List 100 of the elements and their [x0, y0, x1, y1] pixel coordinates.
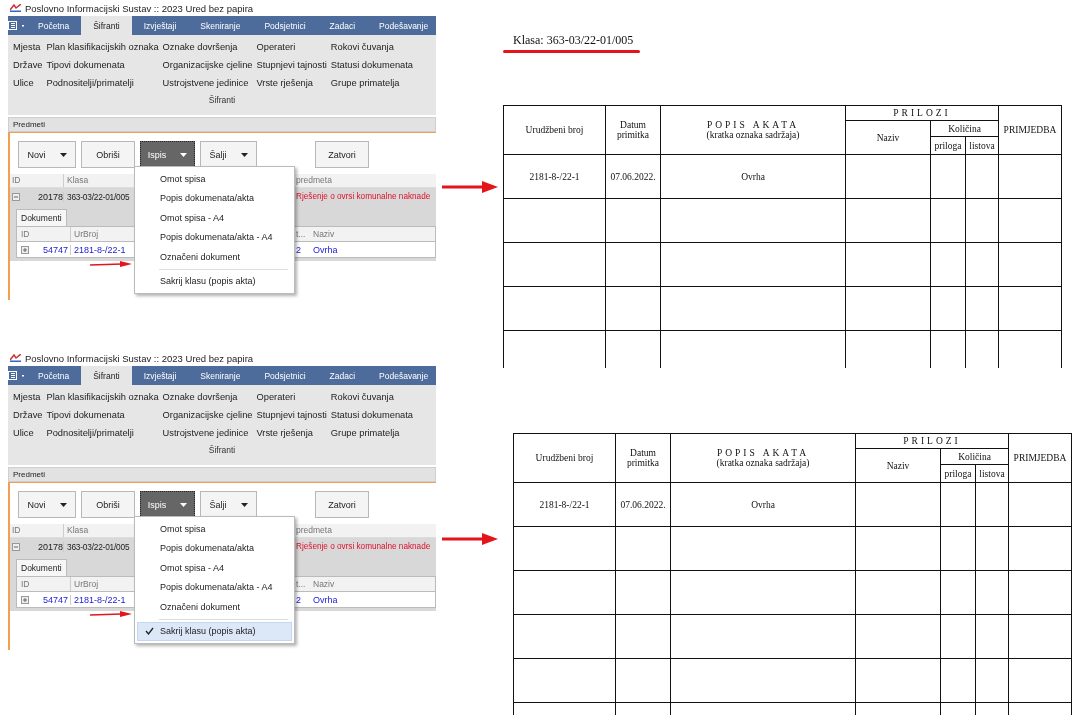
table-header: Naziv: [876, 132, 900, 143]
ribbon-item[interactable]: Statusi dokumenata: [330, 409, 413, 421]
toolbar-button[interactable]: Obriši: [81, 491, 135, 518]
ribbon-item[interactable]: Mjesta: [13, 41, 43, 53]
menu-item[interactable]: Popis dokumenata/akta - A4: [137, 227, 292, 247]
ribbon-item[interactable]: Oznake dovršenja: [162, 391, 253, 403]
toolbar-button[interactable]: Novi: [18, 491, 76, 518]
ribbon-item[interactable]: Organizacijske cjeline: [162, 59, 253, 71]
menu-item[interactable]: Sakrij klasu (popis akta): [137, 621, 292, 641]
table-header: Datum primitka: [616, 120, 650, 140]
ribbon-group-label: Šifranti: [207, 95, 237, 105]
table-header: listova: [969, 140, 995, 151]
table-header: POPIS AKATA: [705, 120, 801, 130]
ribbon-item[interactable]: Oznake dovršenja: [162, 41, 253, 53]
ribbon-item[interactable]: Podnositelji/primatelji: [46, 77, 159, 89]
collapse-icon[interactable]: [12, 542, 20, 551]
ribbon-item[interactable]: Rokovi čuvanja: [330, 41, 413, 53]
toolbar-button[interactable]: Zatvori: [315, 141, 369, 168]
ribbon-item[interactable]: Stupnjevi tajnosti: [256, 59, 327, 71]
ribbon-tab[interactable]: Skeniranje: [188, 16, 253, 35]
menu-item[interactable]: Popis dokumenata/akta: [137, 538, 292, 558]
ribbon-item[interactable]: Ustrojstvene jedinice: [162, 77, 253, 89]
ribbon-item[interactable]: Operateri: [256, 391, 327, 403]
pointer-arrow: [90, 610, 132, 618]
ribbon-tab[interactable]: Zadaci: [317, 366, 368, 385]
ribbon-tab[interactable]: Šifranti: [81, 16, 132, 35]
ribbon-item[interactable]: Tipovi dokumenata: [46, 409, 159, 421]
table-header: (kratka oznaka sadržaja): [705, 130, 801, 140]
menu-item[interactable]: Omot spisa: [137, 169, 292, 189]
window-title: Poslovno Informacijski Sustav :: 2023 Ured bez papira: [25, 352, 254, 364]
menu-icon[interactable]: [8, 21, 26, 30]
table-header: listova: [979, 468, 1005, 479]
table-cell: 07.06.2022.: [620, 499, 666, 510]
ribbon-tab[interactable]: Podešavanje: [367, 366, 436, 385]
ribbon-item[interactable]: Rokovi čuvanja: [330, 391, 413, 403]
ribbon-item[interactable]: Države: [13, 409, 43, 421]
menu-item[interactable]: Omot spisa - A4: [137, 558, 292, 578]
ribbon-tab[interactable]: Podsjetnici: [252, 366, 318, 385]
expand-icon[interactable]: [21, 595, 29, 604]
column-header: predmeta: [296, 174, 332, 187]
column-header: ID: [10, 524, 64, 537]
ribbon-item[interactable]: Vrste rješenja: [256, 77, 327, 89]
ribbon-tab[interactable]: Podešavanje: [367, 16, 436, 35]
detail-tab[interactable]: Dokumenti: [16, 559, 67, 576]
ribbon-item[interactable]: Stupnjevi tajnosti: [256, 409, 327, 421]
table-cell: 20178: [37, 191, 63, 202]
column-header: predmeta: [296, 524, 332, 537]
window-title: Poslovno Informacijski Sustav :: 2023 Ured bez papira: [25, 2, 254, 14]
ribbon-item[interactable]: Mjesta: [13, 391, 43, 403]
menu-item[interactable]: Sakrij klasu (popis akta): [137, 271, 292, 291]
table-cell: 54747: [42, 594, 68, 605]
detail-tab[interactable]: Dokumenti: [16, 209, 67, 226]
ribbon-item[interactable]: Vrste rješenja: [256, 427, 327, 439]
menu-item[interactable]: Popis dokumenata/akta: [137, 188, 292, 208]
toolbar-button[interactable]: Novi: [18, 141, 76, 168]
toolbar-button[interactable]: Zatvori: [315, 491, 369, 518]
toolbar-button[interactable]: Šalji: [200, 491, 257, 518]
menu-item[interactable]: Omot spisa: [137, 519, 292, 539]
ribbon-tab[interactable]: Početna: [26, 16, 82, 35]
collapse-icon[interactable]: [12, 192, 20, 201]
table-header: PRILOZI: [903, 436, 961, 446]
menu-item[interactable]: Omot spisa - A4: [137, 208, 292, 228]
toolbar-button[interactable]: Ispis: [140, 491, 195, 518]
ribbon-tab[interactable]: Početna: [26, 366, 82, 385]
ribbon-item[interactable]: Plan klasifikacijskih oznaka: [46, 391, 159, 403]
ribbon-item[interactable]: Tipovi dokumenata: [46, 59, 159, 71]
ribbon-tab[interactable]: Izvještaji: [131, 16, 189, 35]
ribbon-item[interactable]: Ustrojstvene jedinice: [162, 427, 253, 439]
ribbon-tab[interactable]: Podsjetnici: [252, 16, 318, 35]
table-header: POPIS AKATA: [715, 448, 811, 458]
toolbar-button[interactable]: Šalji: [200, 141, 257, 168]
ribbon-item[interactable]: Grupe primatelja: [330, 427, 413, 439]
ribbon-item[interactable]: Grupe primatelja: [330, 77, 413, 89]
ribbon-item[interactable]: Države: [13, 59, 43, 71]
ribbon-tab[interactable]: Skeniranje: [188, 366, 253, 385]
ribbon-item[interactable]: Plan klasifikacijskih oznaka: [46, 41, 159, 53]
toolbar-button[interactable]: Obriši: [81, 141, 135, 168]
ribbon-item[interactable]: Ulice: [13, 427, 43, 439]
ribbon-tab[interactable]: Zadaci: [317, 16, 368, 35]
table-cell: Ovrha: [751, 499, 775, 510]
ribbon-tab[interactable]: Izvještaji: [131, 366, 189, 385]
menu-item[interactable]: Označeni dokument: [137, 247, 292, 267]
toolbar-button[interactable]: Ispis: [140, 141, 195, 168]
table-cell: 2181-8-/22-1: [539, 499, 590, 510]
expand-icon[interactable]: [21, 245, 29, 254]
ribbon-item[interactable]: Ulice: [13, 77, 43, 89]
table-header: Datum primitka: [626, 448, 660, 468]
menu-item[interactable]: Popis dokumenata/akta - A4: [137, 577, 292, 597]
table-header: Naziv: [886, 460, 910, 471]
table-cell: Ovrha: [313, 244, 338, 255]
ribbon-item[interactable]: Statusi dokumenata: [330, 59, 413, 71]
ribbon-item[interactable]: Podnositelji/primatelji: [46, 427, 159, 439]
menu-icon[interactable]: [8, 371, 26, 380]
arrow-icon: [441, 180, 498, 194]
menu-item[interactable]: Označeni dokument: [137, 597, 292, 617]
ribbon-item[interactable]: Operateri: [256, 41, 327, 53]
ribbon-item[interactable]: Organizacijske cjeline: [162, 409, 253, 421]
column-header: Naziv: [313, 228, 335, 241]
ribbon-tab[interactable]: Šifranti: [81, 366, 132, 385]
table-header: Urudžbeni broj: [525, 125, 584, 135]
